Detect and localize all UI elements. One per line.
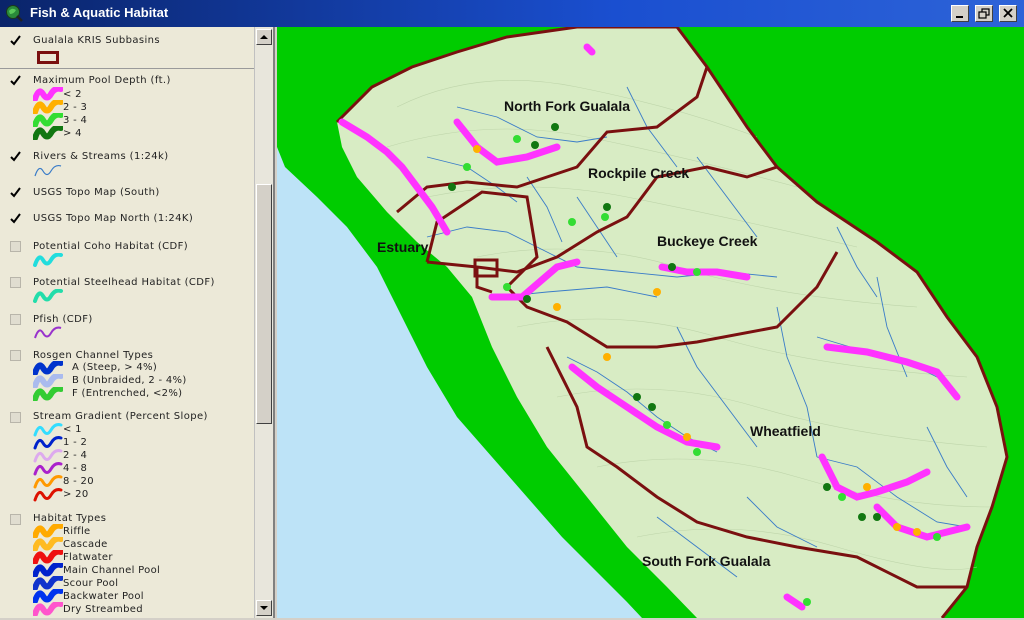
class-label: 8 - 20 [63, 476, 94, 487]
layer-label: USGS Topo Map North (1:24K) [33, 213, 194, 224]
pool-depth-gt4-swatch [33, 126, 63, 140]
layer-label: Potential Steelhead Habitat (CDF) [33, 277, 215, 288]
rosgen-a-swatch [33, 361, 63, 375]
layer-label: Gualala KRIS Subbasins [33, 35, 161, 46]
legend-divider [0, 68, 254, 69]
subbasin-symbol-icon [37, 51, 59, 64]
legend-panel: Gualala KRIS Subbasins Maximum Pool Dept… [0, 27, 275, 618]
minimize-button[interactable] [951, 5, 969, 22]
layer-label: Potential Coho Habitat (CDF) [33, 241, 189, 252]
layer-label: Maximum Pool Depth (ft.) [33, 75, 171, 86]
legend-scrollbar[interactable] [254, 27, 273, 618]
class-label: > 20 [63, 489, 89, 500]
gradient-lt1-swatch [33, 423, 63, 437]
class-label: Scour Pool [63, 578, 119, 589]
class-label: 4 - 8 [63, 463, 88, 474]
app-globe-icon [6, 5, 23, 22]
pool-depth-lt2-swatch [33, 87, 63, 101]
habitat-scour-pool-swatch [33, 576, 63, 590]
checkmark-icon[interactable] [10, 35, 21, 46]
pool-depth-2-3-swatch [33, 100, 63, 114]
restore-icon [978, 8, 990, 19]
layer-label: USGS Topo Map (South) [33, 187, 160, 198]
habitat-riffle-swatch [33, 524, 63, 538]
class-label: Riffle [63, 526, 91, 537]
map-label-buckeye: Buckeye Creek [657, 233, 758, 249]
gradient-2-4-swatch [33, 449, 63, 463]
steelhead-swatch [33, 289, 63, 303]
class-label: 2 - 3 [63, 102, 88, 113]
habitat-cascade-swatch [33, 537, 63, 551]
layer-label: Pfish (CDF) [33, 314, 93, 325]
close-icon [1003, 8, 1013, 18]
checkmark-icon[interactable] [10, 187, 21, 198]
checkbox[interactable] [10, 241, 21, 252]
checkmark-icon[interactable] [10, 151, 21, 162]
checkbox[interactable] [10, 514, 21, 525]
minimize-icon [956, 16, 963, 18]
stream-line-swatch [34, 164, 62, 177]
coho-swatch [33, 253, 63, 267]
rosgen-f-swatch [33, 387, 63, 401]
habitat-main-pool-swatch [33, 563, 63, 577]
scroll-thumb[interactable] [256, 184, 272, 424]
map-label-north-fork: North Fork Gualala [504, 98, 631, 114]
window-title-bar: Fish & Aquatic Habitat [0, 0, 1024, 27]
habitat-backwater-pool-swatch [33, 589, 63, 603]
class-label: 2 - 4 [63, 450, 88, 461]
class-label: > 4 [63, 128, 82, 139]
gradient-8-20-swatch [33, 475, 63, 489]
scroll-down-button[interactable] [256, 600, 272, 616]
arrow-up-icon [260, 35, 268, 39]
arrow-down-icon [260, 606, 268, 610]
class-label: F (Entrenched, <2%) [72, 388, 183, 399]
close-button[interactable] [999, 5, 1017, 22]
gradient-4-8-swatch [33, 462, 63, 476]
habitat-flatwater-swatch [33, 550, 63, 564]
class-label: Main Channel Pool [63, 565, 161, 576]
layer-label: Rosgen Channel Types [33, 350, 154, 361]
map-label-wheatfield: Wheatfield [750, 423, 821, 439]
layer-label: Rivers & Streams (1:24k) [33, 151, 169, 162]
class-label: Cascade [63, 539, 108, 550]
map-view[interactable]: North Fork Gualala Rockpile Creek Buckey… [277, 27, 1024, 618]
class-label: Dry Streambed [63, 604, 143, 615]
checkbox[interactable] [10, 277, 21, 288]
layer-label: Habitat Types [33, 513, 107, 524]
layer-label: Stream Gradient (Percent Slope) [33, 411, 208, 422]
habitat-dry-streambed-swatch [33, 602, 63, 616]
pfish-swatch [34, 326, 62, 339]
checkmark-icon[interactable] [10, 213, 21, 224]
checkbox[interactable] [10, 314, 21, 325]
class-label: 1 - 2 [63, 437, 88, 448]
scroll-up-button[interactable] [256, 29, 272, 45]
checkbox[interactable] [10, 412, 21, 423]
class-label: < 2 [63, 89, 82, 100]
pool-depth-3-4-swatch [33, 113, 63, 127]
class-label: 3 - 4 [63, 115, 88, 126]
class-label: Flatwater [63, 552, 113, 563]
map-label-estuary: Estuary [377, 239, 429, 255]
rosgen-b-swatch [33, 374, 63, 388]
map-label-rockpile: Rockpile Creek [588, 165, 690, 181]
map-canvas[interactable] [277, 27, 1024, 618]
map-label-south-fork: South Fork Gualala [642, 553, 771, 569]
checkmark-icon[interactable] [10, 75, 21, 86]
class-label: A (Steep, > 4%) [72, 362, 158, 373]
restore-button[interactable] [975, 5, 993, 22]
class-label: Backwater Pool [63, 591, 144, 602]
checkbox[interactable] [10, 350, 21, 361]
class-label: < 1 [63, 424, 82, 435]
gradient-1-2-swatch [33, 436, 63, 450]
class-label: B (Unbraided, 2 - 4%) [72, 375, 187, 386]
window-title: Fish & Aquatic Habitat [30, 5, 169, 20]
gradient-gt20-swatch [33, 488, 63, 502]
